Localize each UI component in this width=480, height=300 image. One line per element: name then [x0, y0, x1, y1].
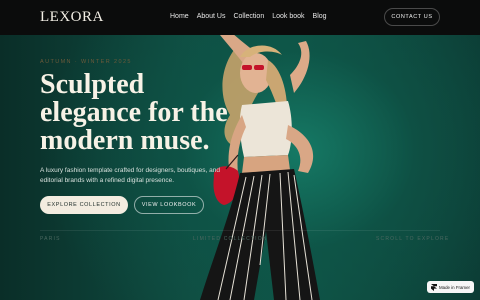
brand-logo[interactable]: LEXORA — [40, 9, 104, 26]
main-menu: Home About Us Collection Look book Blog — [170, 13, 327, 20]
contact-us-button[interactable]: CONTACT US — [384, 8, 440, 26]
badge-label: Made in Framer — [439, 284, 470, 290]
explore-collection-button[interactable]: EXPLORE COLLECTION — [40, 196, 128, 214]
hero-description: A luxury fashion template crafted for de… — [40, 167, 220, 184]
nav-item-blog[interactable]: Blog — [313, 13, 327, 20]
made-in-framer-badge[interactable]: Made in Framer — [427, 281, 474, 293]
hero-eyebrow: AUTUMN · WINTER 2025 — [40, 59, 132, 65]
nav-item-look-book[interactable]: Look book — [272, 13, 304, 20]
footer-scroll-hint: SCROLL TO EXPLORE — [376, 236, 450, 242]
nav-item-collection[interactable]: Collection — [233, 13, 264, 20]
view-lookbook-button[interactable]: VIEW LOOKBOOK — [134, 196, 204, 214]
footer-location: PARIS — [40, 236, 61, 242]
divider — [40, 230, 440, 231]
footer-collection-label: LIMITED COLLECTION — [193, 236, 268, 242]
nav-item-about-us[interactable]: About Us — [197, 13, 226, 20]
framer-logo-icon — [431, 283, 437, 291]
top-navbar: LEXORA Home About Us Collection Look boo… — [0, 0, 480, 35]
nav-item-home[interactable]: Home — [170, 13, 189, 20]
hero-title: Sculpted elegance for the modern muse. — [40, 69, 228, 156]
landing-page: LEXORA Home About Us Collection Look boo… — [0, 0, 480, 300]
